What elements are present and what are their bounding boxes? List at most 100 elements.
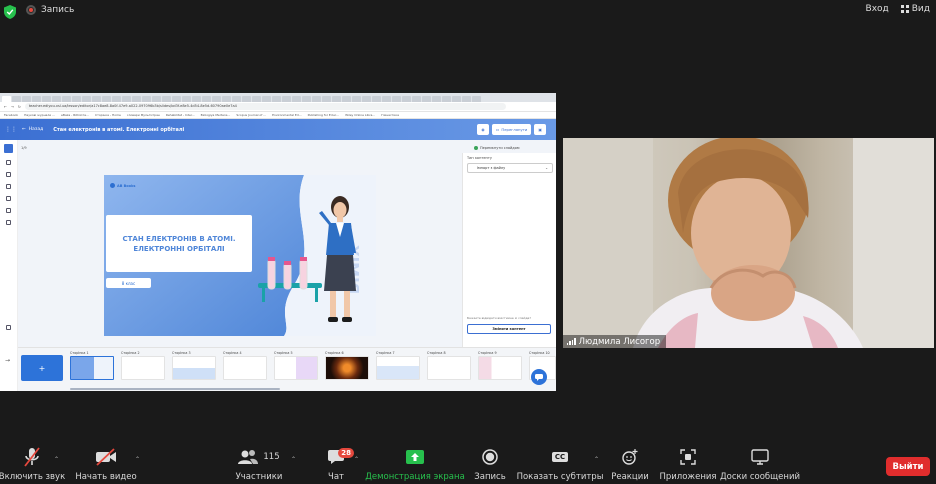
users-tool-icon[interactable] — [6, 184, 11, 189]
add-slide-button[interactable]: + — [21, 355, 63, 381]
start-video-button[interactable]: Начать видео — [75, 440, 137, 484]
back-button[interactable]: ← Назад — [22, 127, 43, 132]
browser-tab[interactable] — [222, 96, 231, 102]
browser-tab[interactable] — [32, 96, 41, 102]
browser-tab[interactable] — [42, 96, 51, 102]
library-tool-icon[interactable] — [6, 220, 11, 225]
info-tool-icon[interactable] — [6, 208, 11, 213]
share-screen-button[interactable]: Демонстрация экрана — [365, 440, 465, 484]
expand-tool-icon[interactable] — [6, 325, 11, 330]
browser-tab[interactable] — [192, 96, 201, 102]
browser-tab[interactable] — [102, 96, 111, 102]
bookmark-item[interactable]: Гімнастика — [381, 113, 399, 117]
chat-button[interactable]: 28 Чат — [322, 440, 354, 484]
preview-button[interactable]: ▭ Переглянути — [491, 124, 532, 135]
browser-tab[interactable] — [232, 96, 241, 102]
browser-tab[interactable] — [112, 96, 121, 102]
bookmark-item[interactable]: Scopus Journal of ... — [236, 113, 266, 117]
browser-tab[interactable] — [72, 96, 81, 102]
slide-thumbnail[interactable]: Сторінка 6 — [325, 351, 369, 380]
browser-tab[interactable] — [142, 96, 151, 102]
browser-tab[interactable] — [362, 96, 371, 102]
bookmark-item[interactable]: eBaza - Бібліоте... — [61, 113, 89, 117]
document-tool-icon[interactable] — [6, 172, 11, 177]
record-button[interactable]: Запись — [474, 440, 506, 484]
browser-tab[interactable] — [182, 96, 191, 102]
unmute-button[interactable]: Включить звук — [0, 440, 65, 484]
show-captions-button[interactable]: CC Показать субтитры — [517, 440, 603, 484]
browser-tab[interactable] — [342, 96, 351, 102]
apps-button[interactable]: Приложения — [659, 440, 717, 484]
participants-button[interactable]: 115 Участники — [236, 440, 282, 484]
browser-tab[interactable] — [302, 96, 311, 102]
browser-tab[interactable] — [52, 96, 61, 102]
browser-tab[interactable] — [132, 96, 141, 102]
bookmark-item[interactable]: Wiley Online Libra... — [345, 113, 375, 117]
browser-tab[interactable] — [312, 96, 321, 102]
browser-tab[interactable] — [152, 96, 161, 102]
browser-tab[interactable] — [262, 96, 271, 102]
thumbnail-scrollbar[interactable] — [70, 388, 280, 390]
slide-thumbnail[interactable]: Сторінка 2 — [121, 351, 165, 380]
browser-tab[interactable] — [172, 96, 181, 102]
settings-tool-icon[interactable] — [6, 196, 11, 201]
slide-thumbnail[interactable]: Сторінка 3 — [172, 351, 216, 380]
apps-grid-icon[interactable]: ⋮⋮ — [5, 126, 17, 133]
back-arrow-icon[interactable]: ← — [4, 105, 7, 109]
browser-tab[interactable] — [242, 96, 251, 102]
support-chat-button[interactable] — [531, 369, 547, 385]
shared-screen[interactable]: ← → ↻ teacher.ediyou.xsl.ua/lesson/edito… — [0, 93, 556, 391]
browser-tab[interactable] — [92, 96, 101, 102]
browser-tab[interactable] — [212, 96, 221, 102]
bookmark-item[interactable]: Сторінка - Home — [95, 113, 121, 117]
url-input[interactable]: teacher.ediyou.xsl.ua/lesson/editor/a17c… — [24, 103, 506, 110]
browser-tab[interactable] — [422, 96, 431, 102]
browser-tab[interactable] — [22, 96, 31, 102]
browser-tab[interactable] — [252, 96, 261, 102]
browser-tab[interactable] — [332, 96, 341, 102]
slide-thumbnail[interactable]: Сторінка 8 — [427, 351, 471, 380]
audio-options-chevron-icon[interactable]: ⌃ — [54, 456, 59, 463]
browser-tab[interactable] — [432, 96, 441, 102]
browser-tab[interactable] — [282, 96, 291, 102]
browser-tab[interactable] — [82, 96, 91, 102]
bookmark-item[interactable]: Наукові журнали ... — [24, 113, 55, 117]
slide-thumbnail[interactable]: Сторінка 5 — [274, 351, 318, 380]
browser-tab[interactable] — [352, 96, 361, 102]
browser-tab[interactable] — [452, 96, 461, 102]
forward-arrow-icon[interactable]: → — [11, 105, 14, 109]
browser-tab[interactable] — [412, 96, 421, 102]
browser-tab[interactable] — [292, 96, 301, 102]
slide-thumbnail[interactable]: Сторінка 4 — [223, 351, 267, 380]
bookmark-item[interactable]: словари Мультитран — [127, 113, 160, 117]
browser-tab[interactable] — [372, 96, 381, 102]
view-button[interactable]: Вид — [900, 4, 930, 14]
browser-tab[interactable] — [392, 96, 401, 102]
slide-thumbnail[interactable]: Сторінка 9 — [478, 351, 522, 380]
browser-tab[interactable] — [272, 96, 281, 102]
recording-indicator[interactable]: Запись — [26, 5, 74, 15]
bookmark-item[interactable]: Publishing for Educ... — [308, 113, 340, 117]
collapse-arrow-icon[interactable]: → — [5, 357, 10, 364]
video-options-chevron-icon[interactable]: ⌃ — [135, 456, 140, 463]
slides-tool-icon[interactable] — [4, 144, 13, 153]
browser-tab[interactable] — [442, 96, 451, 102]
browser-tab[interactable] — [2, 96, 11, 102]
chat-options-chevron-icon[interactable]: ⌃ — [354, 456, 359, 463]
reload-icon[interactable]: ↻ — [18, 105, 21, 109]
content-type-select[interactable]: Імпорт з файлу ⌄ — [467, 163, 553, 173]
bookmark-item[interactable]: Biologiya Mertens... — [201, 113, 231, 117]
browser-tab[interactable] — [122, 96, 131, 102]
browser-tab[interactable] — [322, 96, 331, 102]
save-button[interactable]: ▣ — [534, 124, 546, 135]
participant-video-tile[interactable]: Людмила Лисогор — [563, 138, 934, 348]
bookmark-item[interactable]: Environmental Ed... — [272, 113, 301, 117]
browser-tab[interactable] — [202, 96, 211, 102]
bookmark-item[interactable]: Rehabilitat - Inter... — [166, 113, 195, 117]
home-tool-icon[interactable] — [6, 160, 11, 165]
captions-options-chevron-icon[interactable]: ⌃ — [594, 456, 599, 463]
browser-tab[interactable] — [62, 96, 71, 102]
bookmark-item[interactable]: Facebook — [4, 113, 18, 117]
browser-tab[interactable] — [12, 96, 21, 102]
browser-tab[interactable] — [382, 96, 391, 102]
